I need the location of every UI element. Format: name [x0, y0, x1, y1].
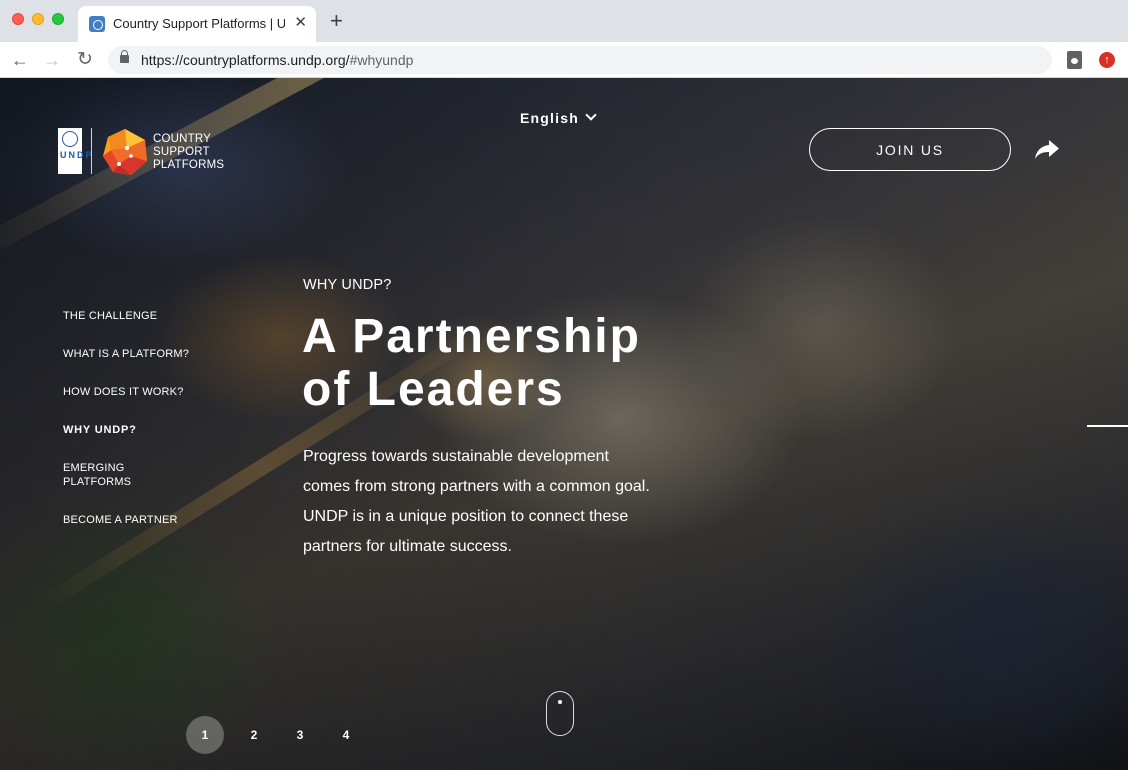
- url-main: https://countryplatforms.undp.org/: [141, 52, 350, 68]
- window-close-button[interactable]: [12, 13, 24, 25]
- hero-section: UNDP COUNTRY SUPPORT PLATFORMS English J…: [0, 78, 1128, 770]
- side-nav-why-undp[interactable]: WHY UNDP?: [63, 423, 193, 437]
- language-selector[interactable]: English: [520, 109, 597, 126]
- language-label: English: [520, 110, 579, 126]
- url-text[interactable]: https://countryplatforms.undp.org/#whyun…: [141, 52, 413, 68]
- update-extension-icon[interactable]: ↑: [1099, 52, 1115, 68]
- lock-icon[interactable]: [120, 50, 129, 63]
- chevron-down-icon: [585, 109, 597, 121]
- address-bar[interactable]: https://countryplatforms.undp.org/#whyun…: [108, 46, 1052, 74]
- un-emblem-icon: [62, 131, 78, 147]
- section-side-nav: THE CHALLENGE WHAT IS A PLATFORM? HOW DO…: [63, 309, 193, 551]
- headline-line-2: of Leaders: [302, 363, 565, 416]
- pager-page-2[interactable]: 2: [235, 716, 273, 754]
- tab-close-icon[interactable]: ✕: [294, 14, 307, 32]
- csp-polygon-mark-icon: [103, 129, 147, 175]
- browser-tab[interactable]: Country Support Platforms | UNDP ✕: [78, 6, 316, 42]
- new-tab-icon[interactable]: +: [330, 9, 343, 33]
- share-arrow-icon[interactable]: [1034, 138, 1060, 160]
- clipboard-extension-icon[interactable]: [1067, 51, 1082, 69]
- undp-logo-letters: UNDP: [60, 150, 94, 160]
- scroll-down-mouse-icon[interactable]: [546, 691, 574, 736]
- undp-logo: UNDP: [58, 128, 94, 174]
- join-us-button[interactable]: JOIN US: [809, 128, 1011, 171]
- reload-icon[interactable]: ↻: [75, 50, 95, 70]
- side-nav-what-is-a-platform[interactable]: WHAT IS A PLATFORM?: [63, 347, 193, 361]
- csp-wordmark: COUNTRY SUPPORT PLATFORMS: [153, 133, 243, 172]
- section-eyebrow: WHY UNDP?: [303, 277, 392, 293]
- side-nav-the-challenge[interactable]: THE CHALLENGE: [63, 309, 193, 323]
- pager-page-4[interactable]: 4: [327, 716, 365, 754]
- url-hash: #whyundp: [349, 52, 414, 68]
- pager-page-1[interactable]: 1: [186, 716, 224, 754]
- tab-title: Country Support Platforms | UNDP: [113, 16, 285, 31]
- window-minimize-button[interactable]: [32, 13, 44, 25]
- un-favicon-icon: [89, 16, 105, 32]
- wordmark-line-platforms: PLATFORMS: [153, 159, 225, 171]
- headline-line-1: A Partnership: [302, 310, 641, 363]
- forward-arrow-icon[interactable]: →: [42, 50, 62, 70]
- side-nav-how-does-it-work[interactable]: HOW DOES IT WORK?: [63, 385, 193, 399]
- back-arrow-icon[interactable]: ←: [10, 50, 30, 70]
- side-nav-become-a-partner[interactable]: BECOME A PARTNER: [63, 513, 193, 527]
- slide-indicator-line: [1087, 425, 1128, 427]
- browser-toolbar: ← → ↻ https://countryplatforms.undp.org/…: [0, 42, 1128, 78]
- hero-body-text: Progress towards sustainable development…: [303, 448, 650, 555]
- scroll-wheel-dot: [558, 700, 562, 704]
- pager-page-3[interactable]: 3: [281, 716, 319, 754]
- wordmark-line-support: SUPPORT: [153, 146, 210, 158]
- logo-divider: [91, 128, 92, 174]
- side-nav-emerging-platforms[interactable]: EMERGING PLATFORMS: [63, 461, 193, 489]
- browser-tab-bar: Country Support Platforms | UNDP ✕ +: [0, 0, 1128, 42]
- wordmark-line-country: COUNTRY: [153, 133, 212, 145]
- window-zoom-button[interactable]: [52, 13, 64, 25]
- page-title: A Partnership of Leaders: [302, 310, 702, 416]
